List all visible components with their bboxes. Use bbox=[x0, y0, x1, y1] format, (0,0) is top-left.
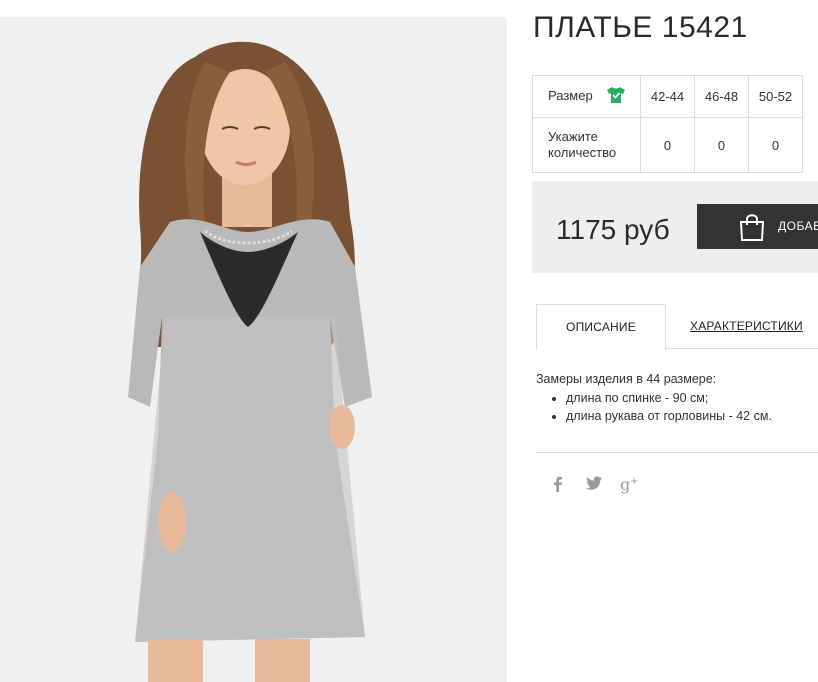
tshirt-icon[interactable] bbox=[606, 86, 626, 108]
add-to-cart-label: ДОБАВИТЬ В КОРЗИНУ bbox=[778, 219, 818, 233]
description-list: длина по спинке - 90 см; длина рукава от… bbox=[536, 389, 772, 425]
google-plus-icon[interactable]: g + bbox=[620, 474, 640, 494]
size-option[interactable]: 50-52 bbox=[748, 75, 803, 118]
svg-text:g: g bbox=[620, 475, 630, 494]
size-option[interactable]: 42-44 bbox=[640, 75, 695, 118]
price-panel: 1175 руб ДОБАВИТЬ В КОРЗИНУ bbox=[532, 181, 818, 273]
size-label: Размер bbox=[548, 87, 593, 103]
section-divider bbox=[536, 452, 818, 453]
twitter-icon[interactable] bbox=[584, 476, 604, 496]
size-quantity-table: Размер 42-44 46-48 50-52 Укажите количес… bbox=[532, 75, 803, 173]
svg-text:+: + bbox=[630, 476, 638, 487]
tab-description[interactable]: ОПИСАНИЕ bbox=[536, 304, 666, 350]
size-label-cell: Размер bbox=[532, 75, 641, 118]
product-photo[interactable] bbox=[0, 17, 507, 682]
add-to-cart-button[interactable]: ДОБАВИТЬ В КОРЗИНУ bbox=[697, 204, 818, 249]
tab-characteristics[interactable]: ХАРАКТЕРИСТИКИ bbox=[690, 319, 803, 333]
quantity-input[interactable]: 0 bbox=[748, 117, 803, 173]
quantity-input[interactable]: 0 bbox=[694, 117, 749, 173]
size-row: Размер 42-44 46-48 50-52 bbox=[532, 75, 803, 118]
description-panel: Замеры изделия в 44 размере: длина по сп… bbox=[536, 372, 772, 425]
facebook-icon[interactable] bbox=[548, 476, 568, 496]
shopping-bag-icon bbox=[738, 212, 766, 247]
quantity-label-line1: Укажите bbox=[548, 129, 598, 144]
quantity-input[interactable]: 0 bbox=[640, 117, 695, 173]
product-title: ПЛАТЬЕ 15421 bbox=[533, 11, 748, 44]
price: 1175 руб bbox=[556, 214, 670, 245]
size-option[interactable]: 46-48 bbox=[694, 75, 749, 118]
quantity-label-line2: количество bbox=[548, 145, 617, 160]
quantity-label-cell: Укажите количество bbox=[532, 117, 641, 173]
product-tabs: ОПИСАНИЕ ХАРАКТЕРИСТИКИ bbox=[536, 304, 818, 350]
product-image bbox=[0, 17, 507, 682]
list-item: длина рукава от горловины - 42 см. bbox=[566, 407, 772, 425]
quantity-row: Укажите количество 0 0 0 bbox=[532, 117, 803, 173]
description-intro: Замеры изделия в 44 размере: bbox=[536, 372, 717, 386]
list-item: длина по спинке - 90 см; bbox=[566, 389, 772, 407]
